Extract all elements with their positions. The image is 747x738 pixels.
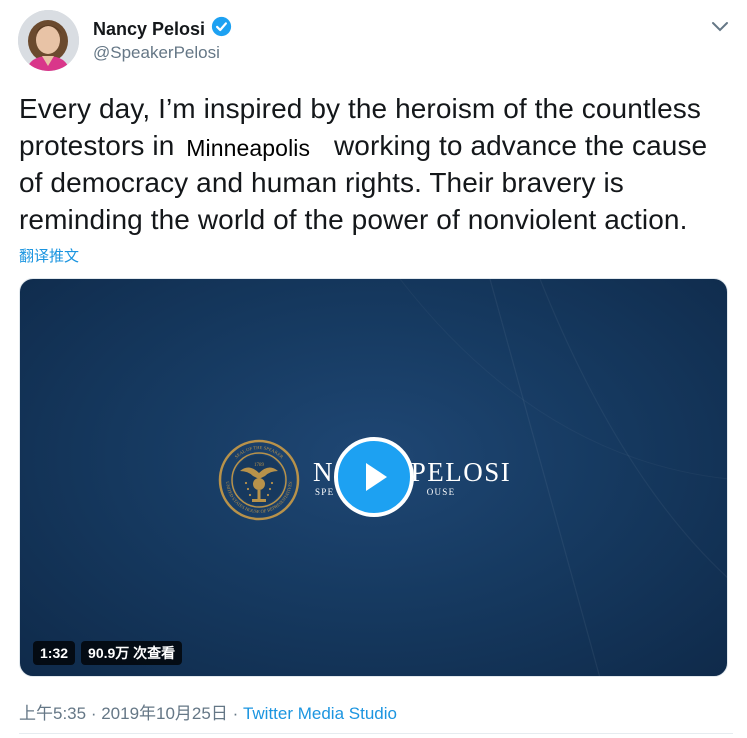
chevron-down-icon[interactable] bbox=[707, 14, 733, 40]
video-duration: 1:32 bbox=[33, 641, 76, 665]
highlighted-word: Minneapolis bbox=[182, 133, 327, 163]
author-handle[interactable]: @SpeakerPelosi bbox=[93, 43, 220, 63]
tweet-source-link[interactable]: Twitter Media Studio bbox=[243, 704, 397, 723]
meta-separator: · bbox=[227, 704, 243, 723]
tweet-time[interactable]: 上午5:35 bbox=[19, 704, 86, 723]
play-button[interactable] bbox=[334, 437, 414, 517]
author-name-row: Nancy Pelosi bbox=[93, 16, 232, 42]
tweet-meta: 上午5:35 · 2019年10月25日 · Twitter Media Stu… bbox=[19, 699, 397, 724]
author-display-name[interactable]: Nancy Pelosi bbox=[93, 19, 205, 40]
translate-tweet-link[interactable]: 翻译推文 bbox=[19, 245, 79, 266]
seal-year: 1789 bbox=[254, 463, 265, 468]
avatar-image bbox=[18, 10, 79, 71]
tweet-text: Every day, I’m inspired by the heroism o… bbox=[19, 90, 731, 238]
video-view-count: 90.9万 次查看 bbox=[81, 641, 183, 665]
video-player[interactable]: 1789 SEAL OF THE SPEAKER UNITED STATES H… bbox=[19, 278, 728, 677]
verified-badge-icon bbox=[211, 16, 232, 42]
tweet-date[interactable]: 2019年10月25日 bbox=[101, 704, 228, 723]
speaker-seal-logo: 1789 SEAL OF THE SPEAKER UNITED STATES H… bbox=[218, 439, 300, 521]
meta-separator: · bbox=[86, 704, 102, 723]
play-icon bbox=[366, 463, 387, 491]
video-badges: 1:32 90.9万 次查看 bbox=[33, 641, 183, 665]
divider bbox=[19, 733, 733, 734]
avatar[interactable] bbox=[18, 10, 79, 71]
